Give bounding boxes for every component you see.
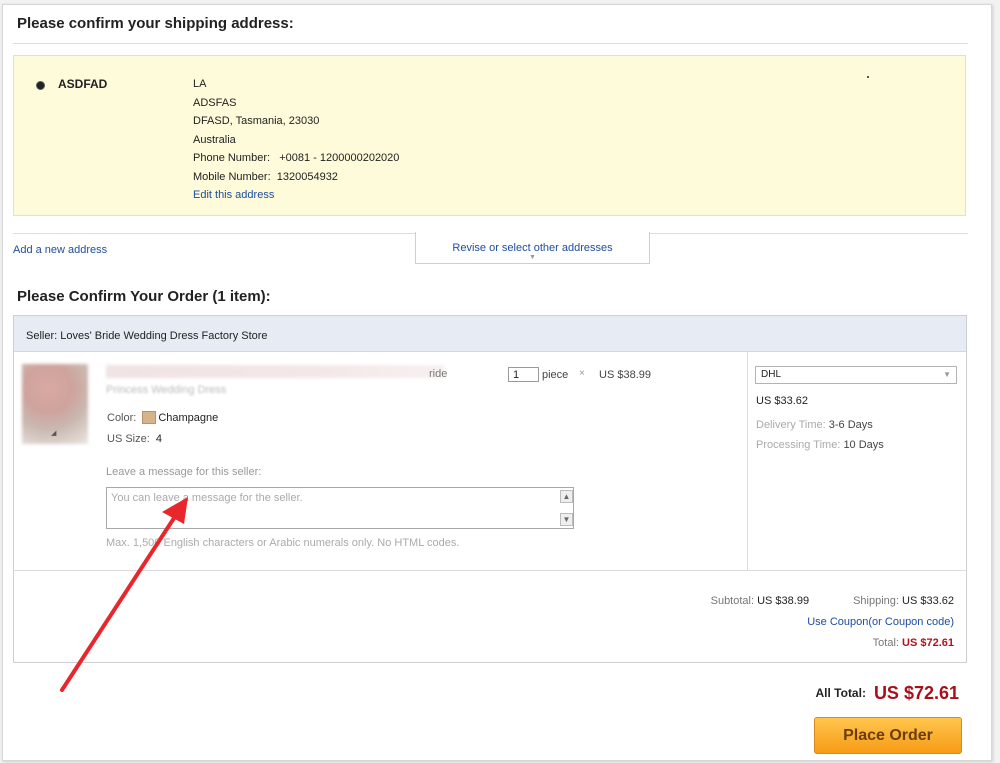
- product-title-visible[interactable]: ride: [429, 368, 447, 380]
- chevron-down-icon: ▼: [529, 254, 536, 261]
- scroll-up-icon[interactable]: ▲: [560, 490, 573, 503]
- size-value: 4: [155, 433, 163, 445]
- all-total: All Total: US $72.61: [816, 683, 960, 704]
- divider: [13, 43, 968, 44]
- shipping-method-selected: DHL: [761, 369, 782, 380]
- order-item: ◢ ride Princess Wedding Dress Color: Cham…: [14, 352, 966, 571]
- total-label: Total:: [872, 637, 899, 649]
- seller-name: Seller: Loves' Bride Wedding Dress Facto…: [26, 330, 268, 342]
- product-attributes: Color: Champagne US Size: 4: [107, 408, 218, 450]
- order-summary: Subtotal: US $38.99 Shipping: US $33.62 U…: [711, 591, 954, 654]
- subtotal-value: US $38.99: [757, 595, 810, 607]
- quantity-input[interactable]: [508, 367, 539, 382]
- seller-bar: Seller: Loves' Bride Wedding Dress Facto…: [14, 316, 966, 352]
- color-label: Color:: [107, 412, 137, 424]
- address-line: ADSFAS: [193, 96, 237, 109]
- size-label: US Size:: [107, 433, 150, 445]
- selected-address-card[interactable]: ASDFAD LA ADSFAS DFASD, Tasmania, 23030 …: [13, 55, 966, 216]
- all-total-label: All Total:: [815, 686, 866, 700]
- phone-number: Phone Number: +0081 - 1200000202020: [193, 152, 400, 164]
- chevron-down-icon: ▼: [943, 370, 951, 379]
- revise-addresses-tab[interactable]: Revise or select other addresses ▼: [415, 232, 650, 264]
- checkout-page: Please confirm your shipping address: AS…: [2, 4, 992, 761]
- shipping-time-details: Delivery Time: 3-6 Days Processing Time:…: [756, 415, 884, 455]
- scroll-down-icon[interactable]: ▼: [560, 513, 573, 526]
- processing-time-label: Processing Time:: [756, 439, 841, 451]
- quantity-unit: piece: [542, 369, 569, 381]
- product-subtitle: Princess Wedding Dress: [106, 384, 227, 396]
- address-details: LA ADSFAS DFASD, Tasmania, 23030 Austral…: [193, 75, 399, 205]
- address-line: DFASD, Tasmania, 23030: [193, 115, 320, 127]
- mobile-number: Mobile Number: 1320054932: [193, 170, 338, 183]
- use-coupon-link[interactable]: Use Coupon(or Coupon code): [807, 616, 954, 628]
- add-new-address-link[interactable]: Add a new address: [13, 244, 107, 256]
- delivery-time-label: Delivery Time:: [756, 419, 826, 431]
- multiply-sign: ×: [579, 368, 585, 379]
- address-line: LA: [193, 78, 207, 90]
- total-value: US $72.61: [902, 637, 954, 649]
- shipping-total-value: US $33.62: [902, 595, 954, 607]
- product-title-redacted[interactable]: [106, 365, 444, 378]
- shipping-method-select[interactable]: DHL ▼: [755, 366, 957, 384]
- address-radio-button[interactable]: [36, 81, 45, 90]
- delivery-time-value: 3-6 Days: [828, 419, 873, 431]
- recipient-name: ASDFAD: [58, 77, 108, 91]
- revise-addresses-link[interactable]: Revise or select other addresses: [416, 242, 649, 254]
- message-hint: Max. 1,500 English characters or Arabic …: [106, 537, 460, 549]
- order-section-title: Please Confirm Your Order (1 item):: [17, 288, 271, 305]
- processing-time-value: 10 Days: [843, 439, 884, 451]
- shipping-section-title: Please confirm your shipping address:: [17, 15, 294, 32]
- message-label: Leave a message for this seller:: [106, 466, 262, 478]
- image-corner-icon: ◢: [51, 430, 57, 437]
- unit-price: US $38.99: [599, 369, 651, 381]
- color-value: Champagne: [158, 412, 219, 424]
- order-panel: Seller: Loves' Bride Wedding Dress Facto…: [13, 315, 967, 663]
- seller-message-textarea[interactable]: You can leave a message for the seller. …: [106, 487, 574, 529]
- edit-address-link[interactable]: Edit this address: [193, 186, 399, 205]
- shipping-method-column: DHL ▼ US $33.62 Delivery Time: 3-6 Days …: [747, 352, 966, 571]
- shipping-total-label: Shipping:: [853, 595, 899, 607]
- all-total-value: US $72.61: [873, 683, 959, 703]
- color-swatch: [142, 411, 157, 424]
- address-line: Australia: [193, 133, 236, 146]
- message-placeholder: You can leave a message for the seller.: [111, 492, 303, 504]
- stray-dot: [867, 76, 869, 78]
- shipping-method-price: US $33.62: [756, 395, 808, 407]
- subtotal-label: Subtotal:: [710, 595, 755, 607]
- place-order-button[interactable]: Place Order: [814, 717, 962, 754]
